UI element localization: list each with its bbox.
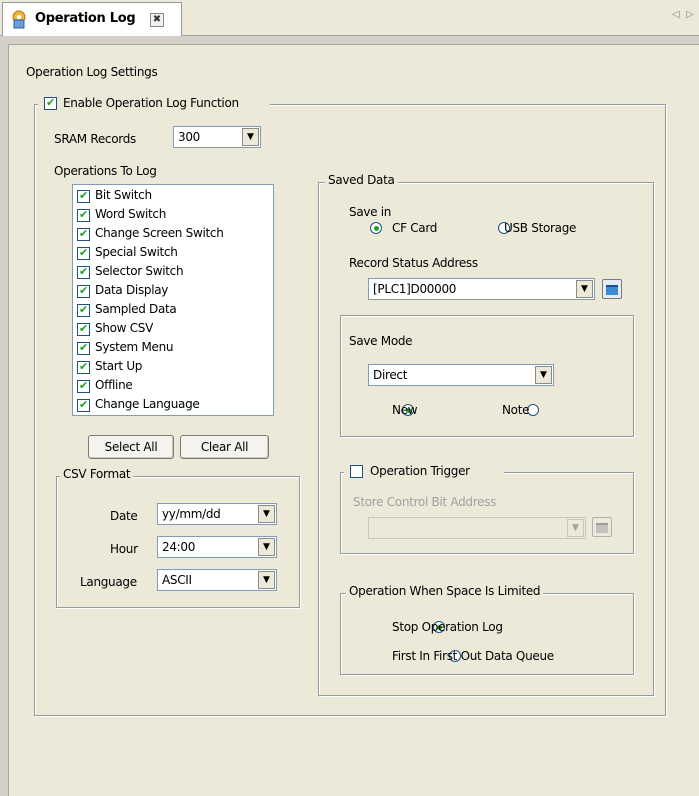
hour-combo[interactable]: 24:00 ▼	[157, 536, 277, 558]
list-item-label: Data Display	[95, 283, 169, 297]
list-item-checkbox[interactable]	[77, 227, 90, 241]
cf-card-radio[interactable]	[370, 222, 382, 234]
sram-label: SRAM Records	[54, 132, 136, 146]
language-value: ASCII	[162, 573, 192, 587]
save-mode-combo[interactable]: Direct ▼	[368, 364, 554, 386]
space-limited-legend: Operation When Space Is Limited	[346, 584, 544, 598]
chevron-down-icon[interactable]: ▼	[576, 280, 593, 298]
enable-checkbox[interactable]	[44, 96, 57, 110]
stop-operation-log-label: Stop Operation Log	[392, 620, 503, 634]
operation-trigger-label: Operation Trigger	[370, 464, 470, 478]
list-item-label: Special Switch	[95, 245, 178, 259]
list-item-label: Change Language	[95, 397, 200, 411]
store-control-label: Store Control Bit Address	[353, 495, 497, 509]
language-label: Language	[80, 575, 137, 589]
list-item-checkbox[interactable]	[77, 322, 90, 336]
address-input-icon	[592, 517, 612, 537]
hour-label: Hour	[110, 542, 138, 556]
chevron-down-icon[interactable]: ▼	[242, 128, 259, 146]
date-label: Date	[110, 509, 138, 523]
list-item-label: Bit Switch	[95, 188, 152, 202]
list-item-checkbox[interactable]	[77, 265, 90, 279]
list-item-checkbox[interactable]	[77, 246, 90, 260]
record-status-label: Record Status Address	[349, 256, 478, 270]
select-all-button[interactable]: Select All	[88, 435, 174, 459]
address-input-icon[interactable]	[602, 279, 622, 299]
list-item-label: System Menu	[95, 340, 174, 354]
chevron-down-icon[interactable]: ▼	[535, 366, 552, 384]
store-control-combo: ▼	[368, 517, 586, 539]
sram-records-combo[interactable]: 300 ▼	[173, 126, 261, 148]
list-item-checkbox[interactable]	[77, 189, 90, 203]
list-item-checkbox[interactable]	[77, 303, 90, 317]
record-status-value: [PLC1]D00000	[373, 282, 457, 296]
save-mode-value: Direct	[373, 368, 408, 382]
new-label: New	[392, 403, 418, 417]
tab-operation-log[interactable]: Operation Log ✖	[2, 2, 182, 36]
chevron-down-icon[interactable]: ▼	[258, 571, 275, 589]
operation-trigger-legend: Operation Trigger	[344, 463, 504, 481]
usb-storage-label: USB Storage	[504, 221, 577, 235]
saved-data-legend: Saved Data	[325, 173, 398, 187]
note-label: Note	[502, 403, 530, 417]
operations-list[interactable]: Bit Switch Word Switch Change Screen Switc…	[72, 184, 274, 416]
list-item-label: Start Up	[95, 359, 143, 373]
record-status-combo[interactable]: [PLC1]D00000 ▼	[368, 278, 595, 300]
clear-all-button[interactable]: Clear All	[180, 435, 269, 459]
page-title: Operation Log Settings	[26, 65, 158, 79]
cf-card-label: CF Card	[392, 221, 438, 235]
csv-format-legend: CSV Format	[60, 467, 134, 481]
chevron-down-icon[interactable]: ▼	[258, 538, 275, 556]
fifo-label: First In First Out Data Queue	[392, 649, 554, 663]
enable-label: Enable Operation Log Function	[63, 96, 239, 110]
list-item-label: Show CSV	[95, 321, 153, 335]
scroll-left-icon[interactable]: ◁	[672, 9, 680, 20]
enable-legend: Enable Operation Log Function	[38, 95, 270, 113]
list-item-checkbox[interactable]	[77, 398, 90, 412]
chevron-down-icon: ▼	[567, 519, 584, 537]
operations-label: Operations To Log	[54, 164, 157, 178]
save-mode-label: Save Mode	[349, 334, 413, 348]
save-in-label: Save in	[349, 205, 392, 219]
list-item-checkbox[interactable]	[77, 208, 90, 222]
scroll-right-icon[interactable]: ▷	[686, 9, 694, 20]
language-combo[interactable]: ASCII ▼	[157, 569, 277, 591]
list-item-label: Selector Switch	[95, 264, 184, 278]
list-item-label: Change Screen Switch	[95, 226, 224, 240]
hour-value: 24:00	[162, 540, 196, 554]
sram-value: 300	[178, 130, 201, 144]
list-item-checkbox[interactable]	[77, 379, 90, 393]
list-item-checkbox[interactable]	[77, 341, 90, 355]
list-item-label: Offline	[95, 378, 133, 392]
list-item-label: Sampled Data	[95, 302, 177, 316]
operation-trigger-checkbox[interactable]	[350, 465, 363, 478]
list-item-checkbox[interactable]	[77, 284, 90, 298]
operation-trigger-group	[340, 472, 634, 554]
date-value: yy/mm/dd	[162, 507, 221, 521]
list-item-checkbox[interactable]	[77, 360, 90, 374]
list-item-label: Word Switch	[95, 207, 167, 221]
close-icon[interactable]: ✖	[150, 13, 164, 27]
operation-log-icon	[9, 10, 29, 30]
chevron-down-icon[interactable]: ▼	[258, 505, 275, 523]
date-combo[interactable]: yy/mm/dd ▼	[157, 503, 277, 525]
tab-title: Operation Log	[35, 11, 136, 26]
